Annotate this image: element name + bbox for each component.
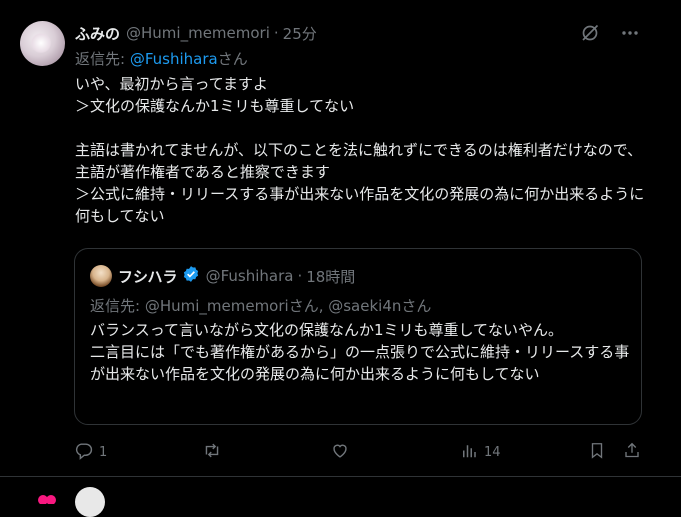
heart-icon [35,489,59,505]
verified-badge-icon [178,265,200,287]
reply-to-line: 返信先: @Fushiharaさん [75,48,248,69]
quoted-author-handle: @Fushihara [205,267,294,285]
tweet-action-bar: 1 14 [74,440,644,464]
quoted-reply-to-line: 返信先: @Humi_mememoriさん, @saeki4nさん [90,297,432,315]
more-icon[interactable] [619,22,641,44]
reply-count: 1 [99,444,108,460]
quoted-tweet-text: バランスって言いながら文化の保護なんか1ミリも尊重してないやん。 二言目には「で… [90,321,630,383]
tweet-top-actions [579,22,641,44]
post-time[interactable]: 25分 [283,23,317,44]
quoted-author-avatar [90,265,112,287]
like-button[interactable] [330,440,356,464]
quoted-post-time: 18時間 [306,267,356,286]
share-icon [623,441,641,464]
views-button[interactable]: 14 [460,440,501,464]
quoted-separator-dot: · [297,267,303,285]
like-icon [330,441,350,464]
reply-icon [74,441,93,464]
tweet[interactable]: ふみの @Humi_mememori · 25分 返信先: @Fushihara… [0,0,681,517]
retweet-icon [202,441,222,464]
bookmark-button[interactable] [588,440,606,464]
reply-mention-link[interactable]: @Fushihara [130,50,218,68]
quoted-tweet[interactable]: フシハラ @Fushihara · 18時間 返信先: @Humi_mememo… [74,248,642,425]
author-avatar[interactable] [20,21,65,66]
views-icon [460,441,478,464]
reply-to-suffix: さん [217,50,248,68]
quoted-author-display-name: フシハラ [118,267,178,286]
tweet-text: いや、最初から言ってますよ ＞文化の保護なんか1ミリも尊重してない 主語は書かれ… [75,75,645,225]
reply-button[interactable]: 1 [74,440,107,464]
next-tweet-peek [0,477,681,517]
bookmark-icon [588,441,606,464]
quoted-tweet-header: フシハラ @Fushihara · 18時間 [118,265,355,287]
reply-to-label: 返信先: [75,50,130,68]
next-author-avatar[interactable] [75,487,105,517]
retweet-button[interactable] [202,440,228,464]
separator-dot: · [273,24,279,42]
share-button[interactable] [623,440,641,464]
author-handle[interactable]: @Humi_mememori [126,24,270,42]
tweet-header: ふみの @Humi_mememori · 25分 [75,22,317,44]
author-display-name[interactable]: ふみの [75,23,120,44]
grok-icon[interactable] [579,22,601,44]
views-count: 14 [484,444,501,460]
